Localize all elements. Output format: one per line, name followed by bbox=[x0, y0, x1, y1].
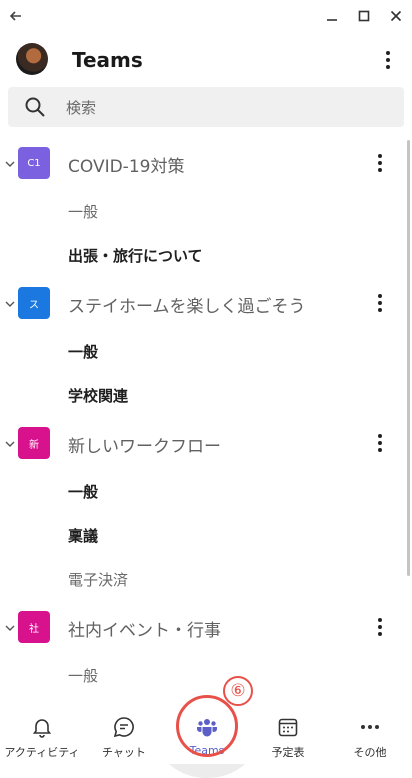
team-row[interactable]: C1 COVID-19対策 bbox=[0, 141, 404, 185]
channel-item[interactable]: 一般 bbox=[68, 665, 98, 686]
nav-label: その他 bbox=[353, 746, 387, 759]
nav-label: アクティビティ bbox=[4, 746, 80, 759]
more-vertical-icon[interactable] bbox=[376, 48, 400, 72]
close-icon[interactable] bbox=[384, 4, 408, 28]
team-list: C1 COVID-19対策 一般 出張・旅行について ス ステイホームを楽しく過… bbox=[0, 140, 404, 698]
more-vertical-icon[interactable] bbox=[368, 431, 392, 455]
chevron-down-icon[interactable] bbox=[4, 435, 16, 447]
search-input[interactable] bbox=[64, 95, 388, 121]
scrollbar[interactable] bbox=[407, 140, 410, 576]
maximize-icon[interactable] bbox=[352, 4, 376, 28]
channel-item[interactable]: 電子決済 bbox=[68, 569, 128, 590]
chevron-down-icon[interactable] bbox=[4, 295, 16, 307]
channel-item[interactable]: 一般 bbox=[68, 341, 98, 362]
bell-icon bbox=[31, 716, 53, 738]
team-tile: 社 bbox=[18, 611, 50, 643]
search-bar[interactable] bbox=[8, 87, 404, 127]
team-row[interactable]: ス ステイホームを楽しく過ごそう bbox=[0, 281, 404, 325]
search-icon bbox=[24, 96, 46, 118]
channel-item[interactable]: 出張・旅行について bbox=[68, 245, 203, 266]
avatar[interactable] bbox=[16, 43, 48, 75]
nav-label: チャット bbox=[102, 746, 146, 759]
more-horizontal-icon bbox=[359, 716, 381, 738]
calendar-icon bbox=[277, 716, 299, 738]
team-row[interactable]: 社 社内イベント・行事 bbox=[0, 605, 404, 649]
nav-activity[interactable]: アクティビティ bbox=[0, 698, 84, 764]
page-title: Teams bbox=[72, 48, 143, 72]
team-name: 社内イベント・行事 bbox=[68, 621, 221, 641]
highlight-ring bbox=[176, 695, 238, 757]
channel-item[interactable]: 学校関連 bbox=[68, 385, 128, 406]
step-number-badge: ⑥ bbox=[223, 676, 253, 706]
more-vertical-icon[interactable] bbox=[368, 151, 392, 175]
nav-label: 予定表 bbox=[271, 746, 305, 759]
more-vertical-icon[interactable] bbox=[368, 615, 392, 639]
window-title-bar bbox=[0, 0, 412, 32]
nav-chat[interactable]: チャット bbox=[84, 698, 164, 764]
team-tile: ス bbox=[18, 287, 50, 319]
team-name: COVID-19対策 bbox=[68, 157, 185, 177]
chat-icon bbox=[113, 716, 135, 738]
chevron-down-icon[interactable] bbox=[4, 619, 16, 631]
minimize-icon[interactable] bbox=[320, 4, 344, 28]
more-vertical-icon[interactable] bbox=[368, 291, 392, 315]
back-arrow-icon[interactable] bbox=[4, 4, 28, 28]
team-name: 新しいワークフロー bbox=[68, 437, 221, 457]
channel-item[interactable]: 稟議 bbox=[68, 525, 98, 546]
team-row[interactable]: 新 新しいワークフロー bbox=[0, 421, 404, 465]
nav-calendar[interactable]: 予定表 bbox=[248, 698, 328, 764]
channel-item[interactable]: 一般 bbox=[68, 201, 98, 222]
team-tile: C1 bbox=[18, 147, 50, 179]
chevron-down-icon[interactable] bbox=[4, 155, 16, 167]
nav-more[interactable]: その他 bbox=[330, 698, 410, 764]
team-name: ステイホームを楽しく過ごそう bbox=[68, 297, 306, 317]
channel-item[interactable]: 一般 bbox=[68, 481, 98, 502]
team-tile: 新 bbox=[18, 427, 50, 459]
